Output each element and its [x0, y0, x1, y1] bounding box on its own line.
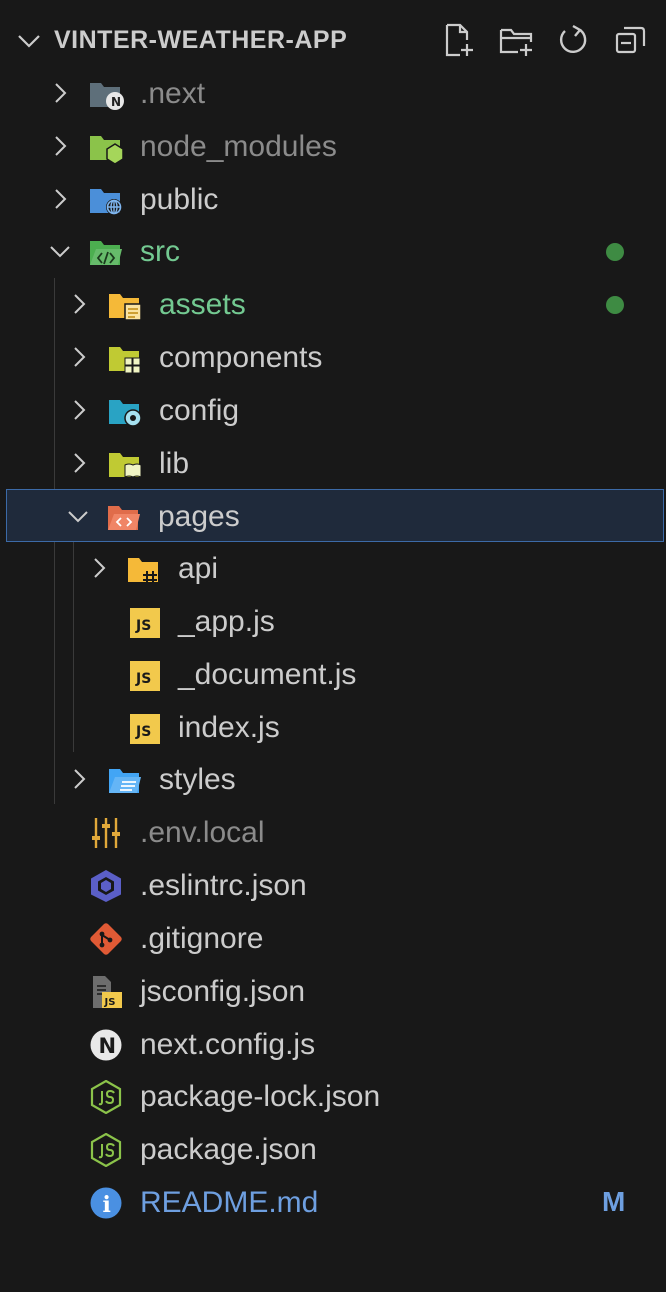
chevron-right-icon — [74, 400, 86, 420]
tree-item-app-js[interactable]: JS _app.js — [0, 595, 666, 648]
pages-folder-icon — [108, 506, 140, 530]
node-folder-icon — [90, 136, 124, 164]
tree-item-src[interactable]: src — [0, 225, 666, 278]
chevron-right-icon — [74, 453, 86, 473]
tree-item-readme[interactable]: i README.md M — [0, 1176, 666, 1229]
tree-item-label: index.js — [178, 711, 280, 744]
chevron-right-icon — [55, 136, 67, 156]
next-logo-badge: N — [99, 1034, 117, 1058]
collapse-all-icon[interactable] — [613, 22, 649, 58]
tree-item-public[interactable]: public — [0, 173, 666, 226]
chevron-right-icon — [74, 769, 86, 789]
tree-item-label: package-lock.json — [140, 1080, 381, 1113]
tree-item-gitignore[interactable]: .gitignore — [0, 912, 666, 965]
info-icon: i — [90, 1187, 122, 1219]
tree-item-label: .gitignore — [140, 922, 264, 955]
tree-item-env-local[interactable]: .env.local — [0, 806, 666, 859]
tree-item-label: .eslintrc.json — [140, 869, 307, 902]
tree-item-label: config — [159, 394, 240, 427]
config-folder-icon — [109, 400, 142, 427]
tree-item-label: api — [178, 552, 219, 585]
refresh-icon[interactable] — [555, 22, 591, 58]
tree-item-label: styles — [159, 763, 236, 796]
api-folder-icon — [128, 558, 158, 583]
nodejs-icon — [90, 1080, 122, 1114]
tree-item-label: lib — [159, 447, 190, 480]
tree-item-label: _app.js — [178, 605, 275, 638]
chevron-right-icon — [55, 83, 67, 103]
tree-item-label: components — [159, 341, 323, 374]
tree-item-next[interactable]: N .next — [0, 67, 666, 120]
styles-folder-icon — [109, 769, 141, 793]
modified-dot — [606, 243, 624, 261]
tree-item-next-config[interactable]: N next.config.js — [0, 1018, 666, 1071]
chevron-down-icon[interactable] — [16, 28, 42, 54]
info-badge: i — [103, 1192, 111, 1218]
lib-folder-icon — [109, 453, 142, 478]
tree-item-label: src — [140, 235, 180, 268]
tree-item-package-lock[interactable]: package-lock.json — [0, 1070, 666, 1123]
tree-item-pages[interactable]: pages — [6, 489, 664, 542]
svg-text:N: N — [111, 95, 121, 109]
git-icon — [90, 923, 122, 955]
new-file-icon[interactable] — [440, 22, 476, 58]
tree-item-jsconfig[interactable]: JS jsconfig.json — [0, 965, 666, 1018]
tree-item-label: node_modules — [140, 130, 337, 163]
new-folder-icon[interactable] — [498, 22, 534, 58]
chevron-right-icon — [55, 189, 67, 209]
modified-dot — [606, 296, 624, 314]
chevron-right-icon — [74, 347, 86, 367]
tree-item-package-json[interactable]: package.json — [0, 1123, 666, 1176]
tree-item-label: README.md — [140, 1186, 319, 1219]
chevron-down-icon — [68, 511, 88, 523]
jsconfig-icon: JS — [93, 976, 122, 1008]
tree-item-label: _document.js — [178, 658, 357, 691]
tree-item-document-js[interactable]: JS _document.js — [0, 648, 666, 701]
tree-item-label: next.config.js — [140, 1028, 316, 1061]
tree-item-node-modules[interactable]: node_modules — [0, 120, 666, 173]
chevron-right-icon — [94, 558, 106, 578]
tree-item-config[interactable]: config — [0, 384, 666, 437]
tree-item-styles[interactable]: styles — [0, 753, 666, 806]
assets-folder-icon — [109, 294, 142, 321]
tree-item-eslintrc[interactable]: .eslintrc.json — [0, 859, 666, 912]
settings-sliders-icon — [92, 818, 120, 848]
components-folder-icon — [109, 347, 141, 374]
chevron-down-icon — [50, 246, 70, 258]
tree-item-label: assets — [159, 288, 246, 321]
tree-item-assets[interactable]: assets — [0, 278, 666, 331]
git-status-badge: M — [602, 1186, 626, 1217]
eslint-icon — [91, 870, 121, 902]
next-logo-icon: N — [90, 1029, 122, 1061]
nodejs-icon — [90, 1133, 122, 1167]
js-file-icon: JS — [130, 714, 160, 744]
explorer-header[interactable]: VINTER-WEATHER-APP — [0, 14, 666, 66]
tree-item-label: .env.local — [140, 816, 265, 849]
explorer-panel: VINTER-WEATHER-APP N .next node_modules … — [0, 0, 666, 1292]
js-file-icon: JS — [130, 661, 160, 691]
next-folder-icon: N — [90, 83, 124, 110]
chevron-right-icon — [74, 294, 86, 314]
tree-item-label: package.json — [140, 1133, 317, 1166]
tree-item-api[interactable]: api — [0, 542, 666, 595]
tree-item-index-js[interactable]: JS index.js — [0, 701, 666, 754]
jsconfig-badge: JS — [104, 997, 116, 1008]
js-file-icon: JS — [130, 608, 160, 638]
tree-item-label: public — [140, 183, 219, 216]
explorer-title: VINTER-WEATHER-APP — [54, 26, 348, 54]
src-folder-icon — [90, 241, 122, 265]
tree-item-label: pages — [158, 500, 240, 533]
tree-item-label: .next — [140, 77, 206, 110]
tree-item-label: jsconfig.json — [140, 975, 306, 1008]
tree-item-components[interactable]: components — [0, 331, 666, 384]
tree-item-lib[interactable]: lib — [0, 437, 666, 490]
public-folder-icon — [90, 189, 122, 215]
